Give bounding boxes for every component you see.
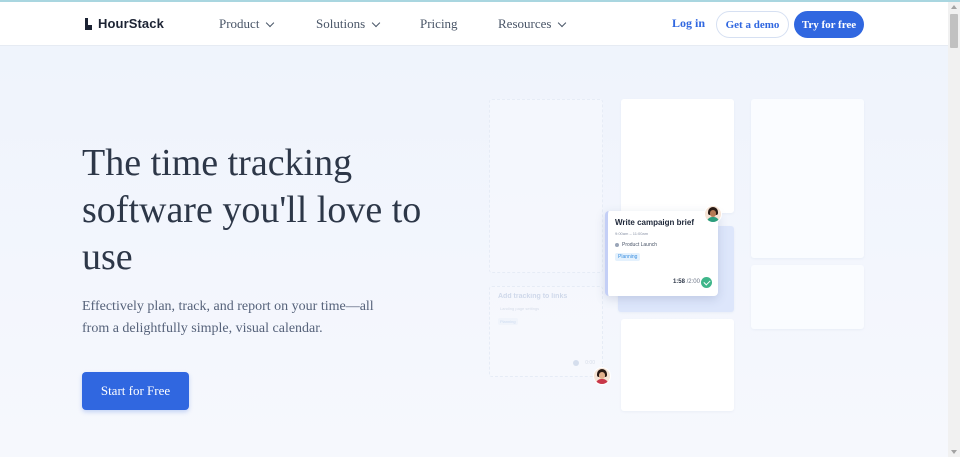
- task-card: Write campaign brief 9:00am – 11:00am Pr…: [605, 211, 718, 296]
- brand-name: HourStack: [98, 16, 164, 31]
- ghost-task-title: Add tracking to links: [498, 293, 568, 300]
- ghost-task-card: Add tracking to links Landing page setti…: [490, 286, 603, 376]
- chevron-down-icon: [266, 18, 275, 27]
- calendar-slot: [621, 319, 734, 411]
- project-dot-icon: [615, 243, 619, 247]
- task-tracked: 1:58 /2:00: [673, 279, 700, 285]
- tracked-time: 1:58: [672, 279, 685, 285]
- nav-pricing[interactable]: Pricing: [420, 16, 458, 32]
- calendar-slot: [751, 265, 864, 329]
- page-scrollbar[interactable]: [948, 2, 960, 457]
- nav-solutions-label: Solutions: [316, 16, 366, 31]
- calendar-slot: [489, 99, 603, 273]
- ghost-task-sub: Landing page settings: [500, 306, 540, 311]
- chevron-down-icon: [371, 18, 381, 27]
- estimated-time: /2:00: [686, 279, 700, 285]
- nav-solutions[interactable]: Solutions: [316, 16, 381, 32]
- nav-product[interactable]: Product: [219, 16, 275, 32]
- task-project: Product Launch: [615, 242, 657, 248]
- check-icon: [701, 277, 712, 288]
- login-link[interactable]: Log in: [672, 16, 705, 31]
- nav-resources[interactable]: Resources: [498, 16, 567, 32]
- hero-headline: The time tracking software you'll love t…: [82, 142, 422, 278]
- scroll-down-arrow-icon[interactable]: [951, 450, 957, 454]
- nav-resources-label: Resources: [498, 16, 552, 31]
- task-project-label: Product Launch: [622, 242, 658, 248]
- logo[interactable]: HourStack: [84, 16, 164, 31]
- timer-icon: [573, 360, 579, 366]
- start-free-button[interactable]: Start for Free: [82, 372, 189, 410]
- nav-product-label: Product: [219, 16, 260, 31]
- task-title: Write campaign brief: [615, 218, 694, 227]
- task-time: 9:00am – 11:00am: [615, 231, 649, 236]
- ghost-task-tag: Planning: [498, 318, 518, 325]
- task-tag: Planning: [615, 253, 641, 261]
- calendar-slot: [751, 99, 864, 258]
- nav-pricing-label: Pricing: [420, 16, 458, 31]
- scroll-thumb[interactable]: [950, 14, 958, 48]
- hourstack-logo-icon: [84, 17, 94, 31]
- ghost-task-time: 0:00: [585, 360, 595, 366]
- avatar: [704, 205, 722, 223]
- scroll-up-arrow-icon[interactable]: [951, 5, 957, 9]
- chevron-down-icon: [558, 18, 567, 27]
- try-free-button[interactable]: Try for free: [794, 11, 864, 38]
- avatar: [593, 367, 611, 385]
- get-demo-button[interactable]: Get a demo: [716, 11, 789, 38]
- hero-subtext: Effectively plan, track, and report on y…: [82, 299, 374, 336]
- navbar: HourStack Product Solutions Pricing Reso…: [0, 2, 948, 46]
- calendar-slot: [621, 99, 734, 213]
